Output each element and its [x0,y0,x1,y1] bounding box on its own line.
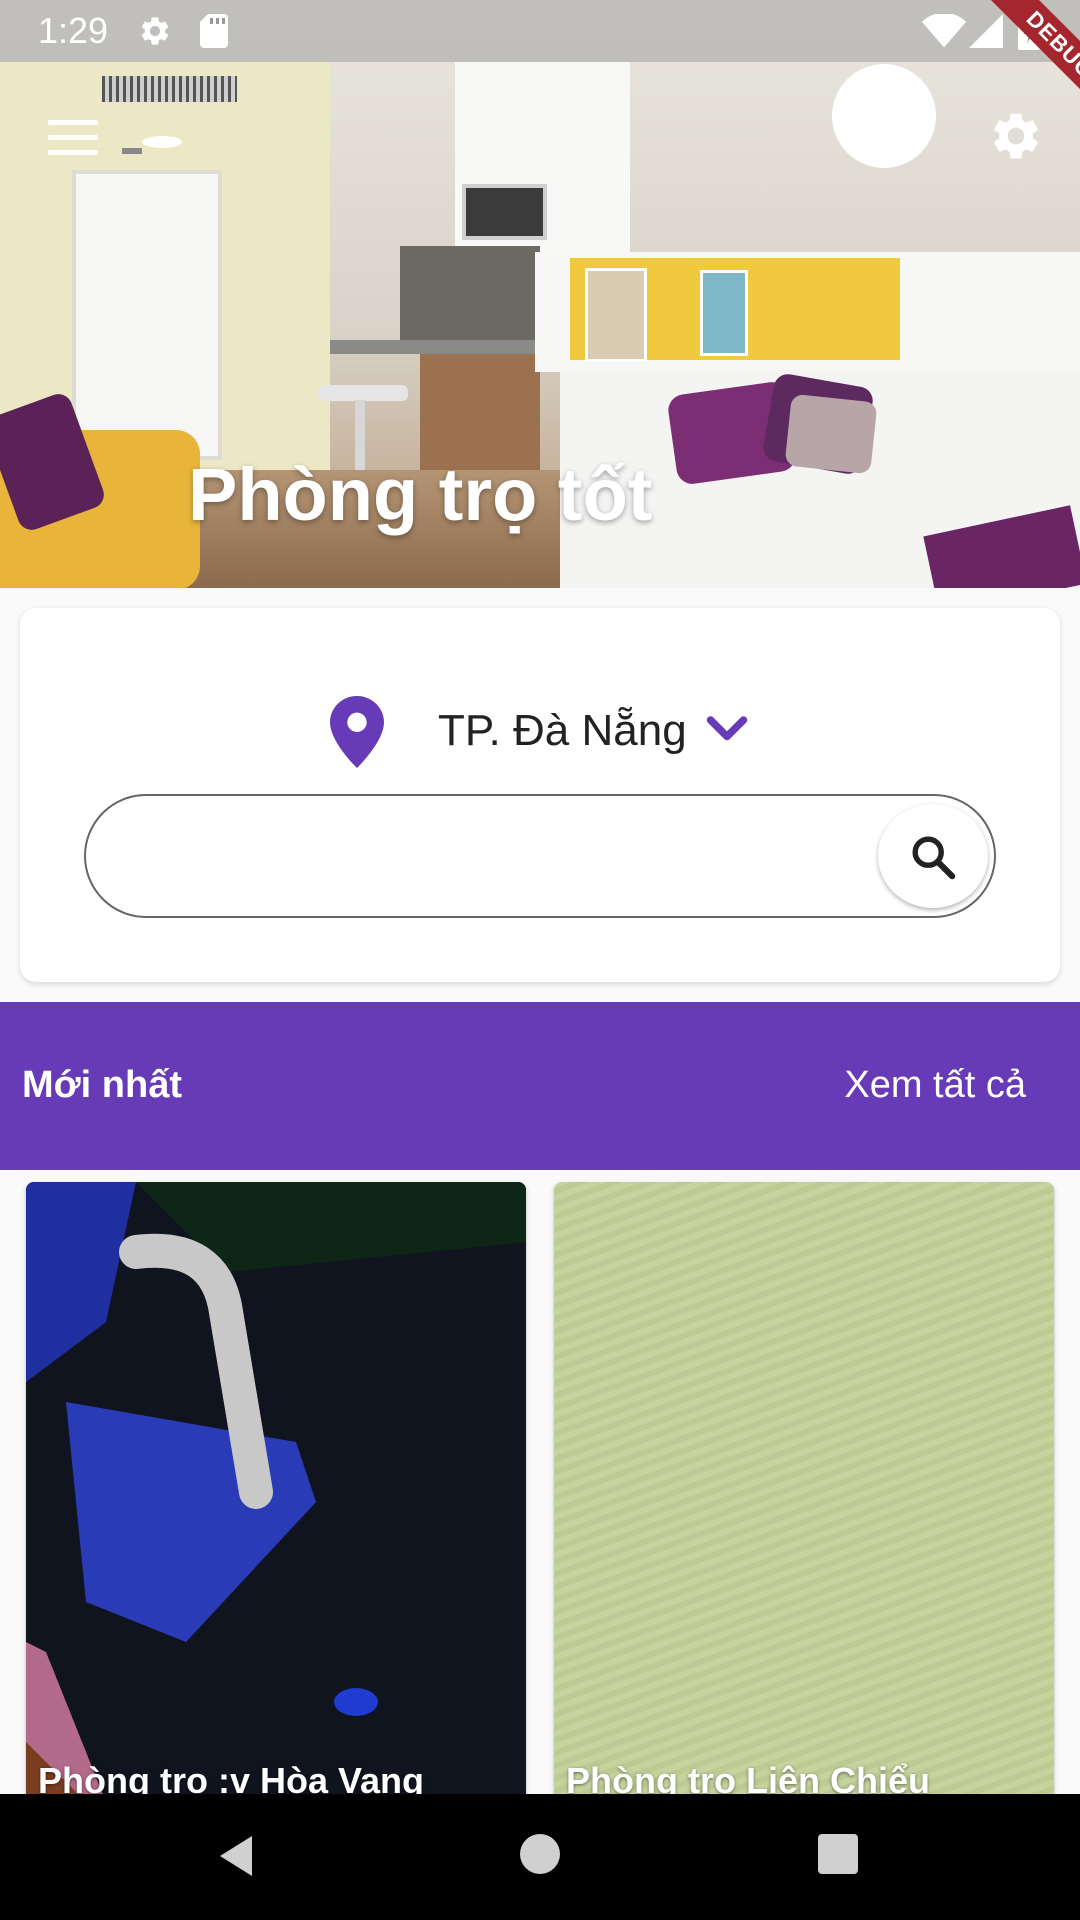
search-field[interactable] [84,794,996,918]
hero-stool [318,385,408,401]
back-icon[interactable] [216,1834,256,1883]
listing-photo [26,1182,526,1802]
see-all-link[interactable]: Xem tất cả [844,1064,1026,1107]
hero-poster [585,268,647,362]
signal-icon [968,14,1004,48]
page-title: Phòng trọ tốt [188,453,653,536]
sd-card-icon [200,14,228,48]
section-title: Mới nhất [22,1064,182,1106]
settings-icon[interactable] [988,108,1044,164]
hero-door [72,170,222,460]
location-pin-icon [330,696,384,768]
search-card: TP. Đà Nẵng [20,608,1060,982]
search-icon [912,836,956,880]
hero-poster [700,270,748,356]
recents-icon[interactable] [818,1834,858,1874]
hero-backsplash [400,246,540,342]
search-input[interactable] [126,826,830,888]
gear-icon [138,14,172,48]
wifi-icon [922,12,966,48]
hero-microwave [462,184,547,240]
chevron-down-icon[interactable] [706,714,748,744]
hero-lamp [832,64,936,168]
search-button[interactable] [878,804,988,908]
listing-photo [554,1182,1054,1802]
status-bar: 1:29 [0,0,1080,62]
home-icon[interactable] [520,1834,560,1874]
hero-door-handle [122,148,142,154]
menu-icon[interactable] [48,120,98,156]
listing-card[interactable]: Phòng trọ :v Hòa Vang [26,1182,526,1802]
hero-banner: Phòng trọ tốt [0,0,1080,588]
system-nav-bar [0,1794,1080,1920]
section-header: Mới nhất Xem tất cả [0,1002,1080,1170]
hero-counter [330,340,540,354]
location-selector[interactable]: TP. Đà Nẵng [20,696,1060,776]
status-time: 1:29 [38,10,109,51]
hero-ceiling-light [142,136,182,148]
hero-pillow [784,393,878,475]
listing-card[interactable]: Phòng trọ Liên Chiểu [554,1182,1054,1802]
hero-vent [102,76,237,102]
location-label: TP. Đà Nẵng [438,706,687,755]
